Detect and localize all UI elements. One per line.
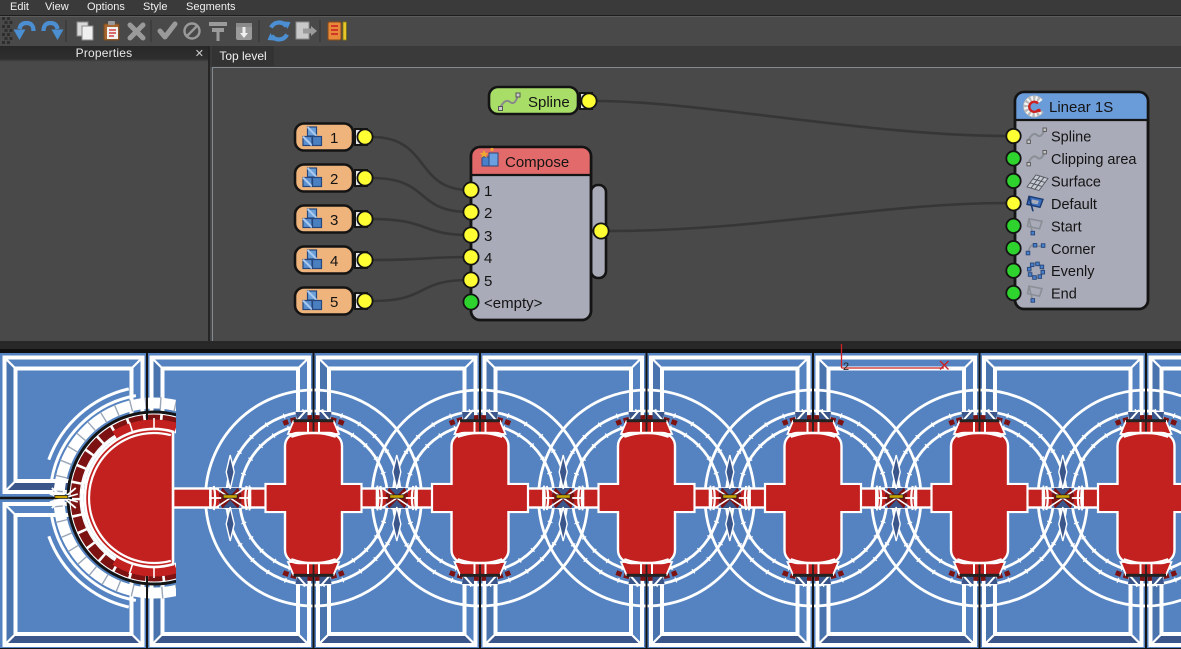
svg-text:Compose: Compose — [505, 154, 569, 171]
svg-text:Spline: Spline — [528, 94, 570, 111]
svg-text:5: 5 — [330, 294, 338, 311]
svg-text:Default: Default — [1051, 197, 1097, 213]
svg-text:Surface: Surface — [1051, 174, 1101, 190]
svg-text:1: 1 — [484, 183, 492, 200]
svg-text:3: 3 — [484, 228, 492, 245]
svg-text:5: 5 — [484, 273, 492, 290]
svg-text:3: 3 — [330, 212, 338, 229]
svg-text:Linear 1S: Linear 1S — [1049, 99, 1113, 116]
svg-text:1: 1 — [330, 130, 338, 147]
svg-text:4: 4 — [484, 250, 492, 267]
svg-text:Evenly: Evenly — [1051, 264, 1095, 280]
svg-text:4: 4 — [330, 253, 338, 270]
svg-text:2: 2 — [843, 361, 849, 373]
svg-text:End: End — [1051, 287, 1077, 303]
svg-text:<empty>: <empty> — [484, 295, 543, 312]
svg-text:2: 2 — [330, 171, 338, 188]
svg-text:2: 2 — [484, 205, 492, 222]
svg-text:Clipping area: Clipping area — [1051, 152, 1137, 168]
svg-text:Start: Start — [1051, 219, 1082, 235]
svg-text:Corner: Corner — [1051, 242, 1095, 258]
svg-text:Spline: Spline — [1051, 130, 1091, 146]
